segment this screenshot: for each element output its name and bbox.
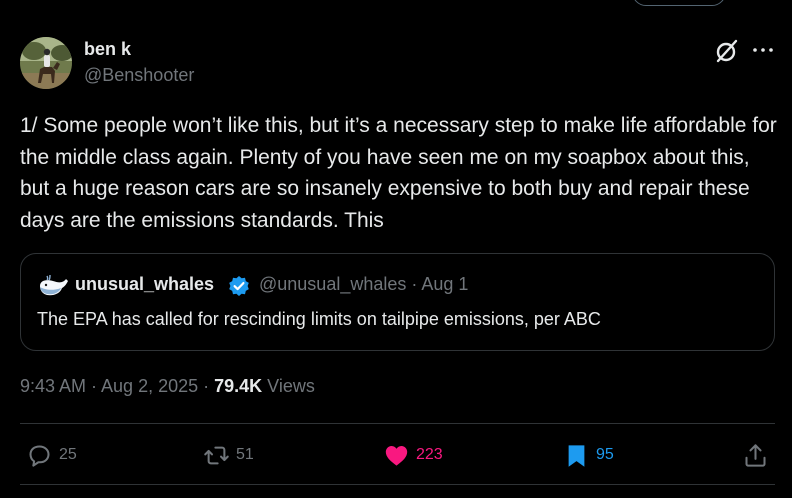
repost-icon bbox=[204, 446, 229, 464]
share-icon bbox=[745, 443, 766, 467]
post-timestamp[interactable]: 9:43 AM · Aug 2, 2025 · bbox=[20, 376, 214, 396]
views-label: Views bbox=[262, 376, 315, 396]
divider bbox=[20, 423, 775, 424]
quoted-post-text: The EPA has called for rescinding limits… bbox=[37, 309, 601, 329]
author-handle[interactable]: @Benshooter bbox=[84, 65, 194, 86]
repost-button[interactable]: 51 bbox=[203, 440, 254, 470]
quoted-post-card[interactable]: unusual_whales @unusual_whales · Aug 1 T… bbox=[20, 253, 775, 351]
follow-button-partial[interactable] bbox=[632, 0, 726, 6]
reply-count: 25 bbox=[59, 446, 77, 463]
share-button[interactable] bbox=[742, 440, 775, 470]
reply-button[interactable]: 25 bbox=[26, 440, 77, 470]
avatar[interactable] bbox=[20, 37, 72, 89]
verified-badge-icon bbox=[228, 275, 250, 297]
avatar-photo bbox=[20, 37, 72, 89]
divider bbox=[20, 484, 775, 485]
heart-filled-icon bbox=[385, 445, 408, 466]
whale-icon bbox=[37, 273, 69, 299]
like-count: 223 bbox=[416, 446, 443, 463]
more-options-icon[interactable] bbox=[751, 38, 775, 62]
views-count: 79.4K bbox=[214, 376, 263, 396]
quoted-author-name[interactable]: unusual_whales bbox=[75, 274, 214, 295]
author-display-name[interactable]: ben k bbox=[84, 39, 131, 60]
grok-icon[interactable] bbox=[714, 38, 740, 64]
reply-icon bbox=[29, 444, 50, 467]
post-text: 1/ Some people won’t like this, but it’s… bbox=[20, 114, 777, 232]
bookmark-count: 95 bbox=[596, 446, 614, 463]
repost-count: 51 bbox=[236, 446, 254, 463]
bookmark-button[interactable]: 95 bbox=[563, 440, 614, 470]
post-meta: 9:43 AM · Aug 2, 2025 · 79.4K Views bbox=[20, 376, 315, 397]
bookmark-filled-icon bbox=[568, 444, 585, 467]
quoted-handle-date[interactable]: @unusual_whales · Aug 1 bbox=[259, 274, 468, 295]
like-button[interactable]: 223 bbox=[383, 440, 443, 470]
